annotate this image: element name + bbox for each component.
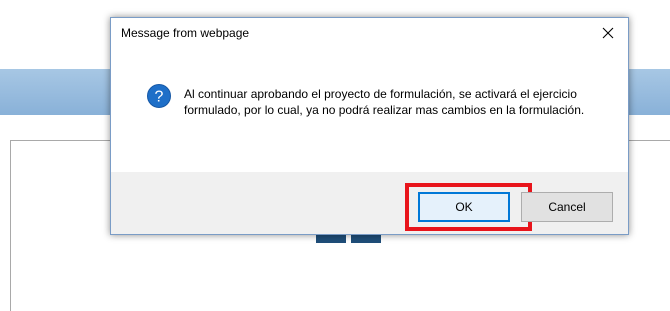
close-icon bbox=[602, 27, 614, 39]
ok-button[interactable]: OK bbox=[418, 192, 510, 222]
cancel-button[interactable]: Cancel bbox=[521, 192, 613, 222]
dialog-footer: OK Cancel bbox=[111, 172, 628, 234]
dialog-message: Al continuar aprobando el proyecto de fo… bbox=[184, 87, 585, 117]
message-dialog: Message from webpage ? Al continuar apro… bbox=[110, 17, 629, 235]
svg-text:?: ? bbox=[155, 89, 164, 106]
close-button[interactable] bbox=[588, 18, 628, 48]
dialog-body: ? Al continuar aprobando el proyecto de … bbox=[111, 48, 628, 173]
dialog-title: Message from webpage bbox=[121, 26, 250, 40]
question-icon: ? bbox=[147, 84, 171, 108]
dialog-titlebar[interactable]: Message from webpage bbox=[111, 18, 628, 48]
